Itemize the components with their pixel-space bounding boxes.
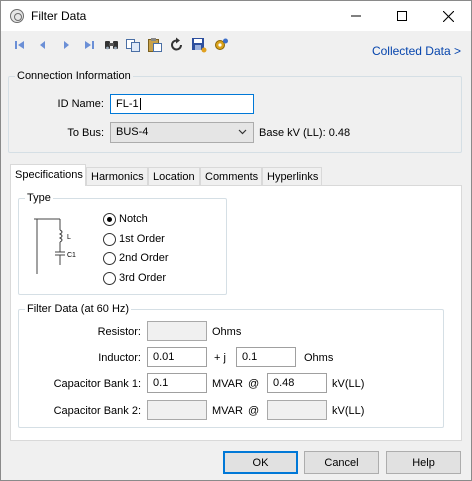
tab-specifications[interactable]: Specifications [10, 164, 86, 186]
capacitor-bank-1-kv-unit: kV(LL) [332, 378, 365, 390]
find-icon [105, 41, 118, 50]
save-button[interactable] [191, 37, 207, 53]
id-name-value: FL-1 [116, 98, 139, 110]
copy-button[interactable] [125, 37, 141, 53]
find-button[interactable] [104, 37, 120, 53]
tab-harmonics[interactable]: Harmonics [86, 167, 148, 186]
maximize-icon [397, 11, 407, 21]
inductor-reactance-input[interactable]: 0.1 [236, 347, 296, 367]
tab-comments[interactable]: Comments [200, 167, 262, 186]
capacitor-bank-2-mvar-unit: MVAR [212, 405, 243, 417]
resistor-unit: Ohms [212, 326, 242, 338]
capacitor-bank-2-kv-unit: kV(LL) [332, 405, 365, 417]
radio-3rd-order-label: 3rd Order [119, 272, 167, 284]
id-name-input[interactable]: FL-1 [110, 94, 254, 114]
chevron-down-icon [238, 127, 247, 139]
resistor-label: Resistor: [97, 326, 141, 338]
filter-data-legend: Filter Data (at 60 Hz) [27, 303, 130, 315]
paste-button[interactable] [147, 37, 163, 53]
last-record-button[interactable] [81, 37, 97, 53]
capacitor-bank-1-label: Capacitor Bank 1: [53, 378, 141, 390]
paste-icon [148, 38, 162, 52]
copy-icon [126, 39, 140, 52]
title-bar: Filter Data [1, 1, 471, 31]
previous-record-button[interactable] [35, 37, 51, 53]
capacitor-bank-2-mvar-input[interactable] [147, 400, 207, 420]
capacitor-bank-2-label: Capacitor Bank 2: [53, 405, 141, 417]
first-icon [15, 41, 24, 49]
text-caret [139, 98, 141, 110]
tab-location[interactable]: Location [148, 167, 200, 186]
last-icon [85, 41, 94, 49]
save-icon [192, 38, 207, 53]
capacitor-bank-1-mvar-unit: MVAR [212, 378, 243, 390]
collected-data-link[interactable]: Collected Data > [372, 44, 461, 58]
to-bus-label: To Bus: [67, 127, 104, 139]
radio-1st-order[interactable]: 1st Order [103, 231, 165, 247]
capacitor-bank-2-at: @ [248, 405, 260, 417]
minimize-icon [351, 15, 361, 17]
capacitor-bank-1-mvar-input[interactable]: 0.1 [147, 373, 207, 393]
next-record-button[interactable] [58, 37, 74, 53]
tab-hyperlinks[interactable]: Hyperlinks [262, 167, 322, 186]
radio-3rd-order-indicator[interactable] [103, 271, 116, 285]
window-title: Filter Data [31, 9, 87, 23]
to-bus-select[interactable]: BUS-4 [110, 122, 254, 143]
radio-3rd-order[interactable]: 3rd Order [103, 270, 166, 286]
inductor-real-input[interactable]: 0.01 [147, 347, 207, 367]
radio-2nd-order[interactable]: 2nd Order [103, 250, 169, 266]
next-icon [64, 41, 69, 49]
id-name-label: ID Name: [57, 98, 104, 110]
radio-2nd-order-indicator[interactable] [103, 251, 116, 265]
previous-icon [40, 41, 45, 49]
capacitor-symbol-label: C1 [67, 252, 76, 259]
radio-notch[interactable]: Notch [103, 211, 148, 227]
base-kv-text: Base kV (LL): 0.48 [259, 127, 351, 139]
cancel-button[interactable]: Cancel [304, 451, 379, 474]
notch-filter-schematic-icon: L C1 [34, 218, 76, 274]
type-legend: Type [27, 192, 51, 204]
radio-notch-label: Notch [119, 213, 148, 225]
ok-button[interactable]: OK [223, 451, 298, 474]
radio-1st-order-indicator[interactable] [103, 232, 116, 246]
capacitor-bank-1-at: @ [248, 378, 260, 390]
inductor-symbol-label: L [67, 234, 71, 241]
to-bus-value: BUS-4 [116, 126, 149, 138]
toolbar: Collected Data > [1, 31, 471, 61]
radio-2nd-order-label: 2nd Order [119, 252, 169, 264]
undo-button[interactable] [169, 37, 185, 53]
capacitor-bank-1-kv-input[interactable]: 0.48 [267, 373, 327, 393]
resistor-input[interactable] [147, 321, 207, 341]
radio-1st-order-label: 1st Order [119, 233, 165, 245]
help-button[interactable]: Help [386, 451, 461, 474]
app-icon [10, 9, 24, 23]
maximize-button[interactable] [379, 1, 425, 31]
radio-notch-indicator[interactable] [103, 212, 116, 226]
close-button[interactable] [425, 1, 471, 31]
close-icon [442, 10, 454, 22]
capacitor-bank-2-kv-input[interactable] [267, 400, 327, 420]
settings-button[interactable] [213, 37, 229, 53]
undo-icon [171, 37, 182, 51]
first-record-button[interactable] [12, 37, 28, 53]
minimize-button[interactable] [333, 1, 379, 31]
inductor-label: Inductor: [98, 352, 141, 364]
filter-data-window: Filter Data Collected Data > Connection … [0, 0, 472, 481]
plus-j-label: + j [214, 352, 226, 364]
settings-icon [215, 38, 228, 50]
connection-information-legend: Connection Information [17, 70, 131, 82]
inductor-unit: Ohms [304, 352, 334, 364]
